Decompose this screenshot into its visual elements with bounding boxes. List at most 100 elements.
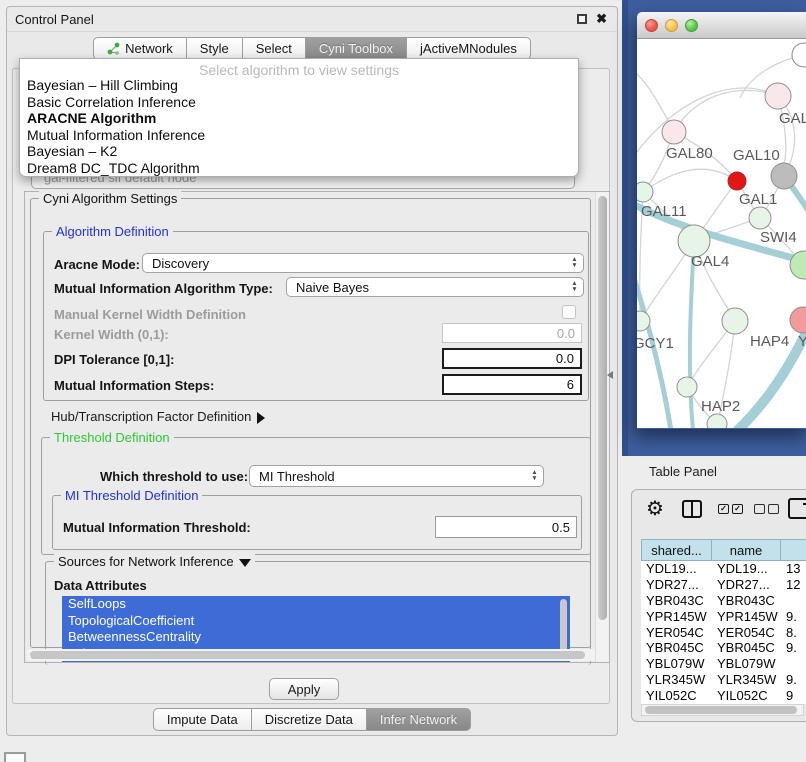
table-cell: YBR043C bbox=[712, 593, 781, 609]
algorithm-option-aracne-algorithm[interactable]: ARACNE Algorithm bbox=[20, 110, 578, 127]
network-node-gal10[interactable] bbox=[771, 163, 797, 189]
manual-kernel-checkbox[interactable] bbox=[562, 305, 576, 319]
float-icon[interactable] bbox=[577, 14, 587, 24]
table-cell: 9. bbox=[781, 640, 806, 656]
dpi-tolerance-field[interactable]: 0.0 bbox=[442, 348, 582, 369]
settings-horizontal-scrollbar[interactable] bbox=[27, 649, 595, 661]
aracne-mode-value: Discovery bbox=[152, 256, 209, 271]
network-node-gal1[interactable] bbox=[749, 207, 771, 229]
mi-type-combo[interactable]: Naive Bayes ▲▼ bbox=[286, 277, 584, 297]
apply-button[interactable]: Apply bbox=[269, 678, 339, 700]
node-table: shared...name YDL19...YDL19...13YDR27...… bbox=[641, 539, 806, 704]
aracne-mode-combo[interactable]: Discovery ▲▼ bbox=[142, 253, 584, 273]
mi-threshold-field[interactable]: 0.5 bbox=[435, 516, 577, 538]
table-row[interactable]: YBL079WYBL079W bbox=[641, 656, 806, 672]
algorithm-option-bayesian-hill-climbing[interactable]: Bayesian – Hill Climbing bbox=[20, 77, 578, 94]
algorithm-placeholder: Select algorithm to view settings bbox=[20, 59, 578, 77]
minimize-traffic-light-icon[interactable] bbox=[665, 19, 678, 32]
column-browser-icon[interactable] bbox=[682, 500, 702, 518]
deselect-all-icon[interactable] bbox=[754, 504, 779, 514]
network-node-gal[interactable] bbox=[765, 83, 791, 109]
tab-network[interactable]: Network bbox=[93, 37, 187, 60]
panel-divider-grip[interactable] bbox=[607, 371, 613, 379]
node-label-hap4: HAP4 bbox=[750, 333, 789, 350]
column-header-partial[interactable] bbox=[781, 539, 806, 561]
group-title: MI Threshold Definition bbox=[61, 488, 202, 503]
network-node-gal80[interactable] bbox=[662, 120, 686, 144]
table-row[interactable]: YER054CYER054C8. bbox=[641, 625, 806, 641]
tab-infer-network[interactable]: Infer Network bbox=[366, 708, 471, 731]
attribute-item-selfloops[interactable]: SelfLoops bbox=[62, 596, 570, 613]
column-header-name[interactable]: name bbox=[712, 539, 781, 561]
settings-vertical-scrollbar[interactable] bbox=[595, 192, 609, 662]
algorithm-option-basic-correlation-inference[interactable]: Basic Correlation Inference bbox=[20, 94, 578, 111]
table-cell: YBR045C bbox=[712, 640, 781, 656]
table-settings-gear-icon[interactable]: ⚙ bbox=[646, 496, 664, 521]
network-node-gal11[interactable] bbox=[637, 182, 653, 202]
network-selector-value: gal-filtered sif default node bbox=[44, 177, 196, 185]
tab-label: Impute Data bbox=[167, 712, 238, 727]
column-header-shared[interactable]: shared... bbox=[641, 539, 712, 561]
table-row[interactable]: YBR045CYBR045C9. bbox=[641, 640, 806, 656]
close-icon[interactable]: ✖ bbox=[596, 11, 607, 27]
table-row[interactable]: YDL19...YDL19...13 bbox=[641, 561, 806, 577]
tab-style[interactable]: Style bbox=[186, 37, 243, 60]
desktop-edge-shade bbox=[622, 0, 628, 456]
network-node[interactable] bbox=[707, 414, 727, 428]
mi-steps-label: Mutual Information Steps: bbox=[54, 378, 214, 393]
table-header-row: shared...name bbox=[641, 539, 806, 561]
tab-label: Infer Network bbox=[380, 712, 457, 727]
table-row[interactable]: YPR145WYPR145W9. bbox=[641, 609, 806, 625]
scrollbar-thumb[interactable] bbox=[30, 651, 585, 659]
table-cell: YBL079W bbox=[641, 656, 712, 672]
mi-threshold-label: Mutual Information Threshold: bbox=[63, 520, 251, 535]
kernel-width-value: 0.0 bbox=[557, 326, 575, 341]
node-label-hap2: HAP2 bbox=[701, 398, 740, 415]
network-node-hap4[interactable] bbox=[722, 308, 748, 334]
network-node-hap2[interactable] bbox=[677, 377, 697, 397]
cyni-bottom-tabs: Impute Data Discretize Data Infer Network bbox=[7, 708, 617, 731]
table-row[interactable]: YLR345WYLR345W9. bbox=[641, 672, 806, 688]
table-cell: YER054C bbox=[712, 625, 781, 641]
network-node-y[interactable] bbox=[790, 307, 806, 333]
tab-jactivemnodules[interactable]: jActiveMNodules bbox=[406, 37, 531, 60]
attribute-item-topologicalcoefficient[interactable]: TopologicalCoefficient bbox=[62, 613, 570, 630]
tab-label: Discretize Data bbox=[265, 712, 353, 727]
table-cell: YLR345W bbox=[641, 672, 712, 688]
list-scrollbar-thumb[interactable] bbox=[560, 599, 567, 655]
algorithm-option-bayesian-k2[interactable]: Bayesian – K2 bbox=[20, 143, 578, 160]
tab-discretize-data[interactable]: Discretize Data bbox=[251, 708, 367, 731]
network-selector-combo[interactable]: gal-filtered sif default node bbox=[31, 177, 575, 189]
kernel-width-field[interactable]: 0.0 bbox=[442, 323, 582, 343]
hub-definition-expander[interactable]: Hub/Transcription Factor Definition bbox=[51, 409, 265, 424]
data-attributes-label: Data Attributes bbox=[54, 578, 147, 593]
group-title: Cyni Algorithm Settings bbox=[39, 191, 181, 206]
scrollbar-thumb[interactable] bbox=[645, 706, 797, 714]
network-canvas[interactable]: GALGAL80GAL10GAL11GAL1SWI4GAL4GCY1HAP4YH… bbox=[637, 39, 806, 428]
tab-impute-data[interactable]: Impute Data bbox=[153, 708, 252, 731]
table-row[interactable]: YBR043CYBR043C bbox=[641, 593, 806, 609]
network-selector-clip: gal-filtered sif default node bbox=[31, 177, 575, 190]
bottom-left-button[interactable] bbox=[4, 752, 26, 762]
table-cell: 12 bbox=[781, 577, 806, 593]
network-node[interactable] bbox=[792, 43, 806, 67]
document-icon[interactable] bbox=[788, 498, 806, 519]
algorithm-option-dream8-dc-tdc-algorithm[interactable]: Dream8 DC_TDC Algorithm bbox=[20, 160, 578, 177]
which-threshold-combo[interactable]: MI Threshold ▲▼ bbox=[249, 465, 544, 487]
table-horizontal-scrollbar[interactable] bbox=[641, 704, 804, 716]
select-all-icon[interactable]: ✓✓ bbox=[718, 504, 743, 514]
table-row[interactable]: YIL052CYIL052C9 bbox=[641, 688, 806, 704]
table-cell: 8. bbox=[781, 625, 806, 641]
tab-select[interactable]: Select bbox=[242, 37, 306, 60]
zoom-traffic-light-icon[interactable] bbox=[685, 19, 698, 32]
network-node[interactable] bbox=[728, 172, 746, 190]
table-panel-title: Table Panel bbox=[649, 464, 717, 479]
kernel-width-label: Kernel Width (0,1): bbox=[54, 327, 169, 342]
close-traffic-light-icon[interactable] bbox=[645, 19, 658, 32]
algorithm-option-mutual-information-inference[interactable]: Mutual Information Inference bbox=[20, 127, 578, 144]
mi-steps-field[interactable]: 6 bbox=[442, 374, 582, 395]
table-row[interactable]: YDR27...YDR27...12 bbox=[641, 577, 806, 593]
scrollbar-thumb[interactable] bbox=[598, 196, 607, 620]
tab-cyni-toolbox[interactable]: Cyni Toolbox bbox=[305, 37, 407, 60]
attribute-item-betweennesscentrality[interactable]: BetweennessCentrality bbox=[62, 629, 570, 646]
